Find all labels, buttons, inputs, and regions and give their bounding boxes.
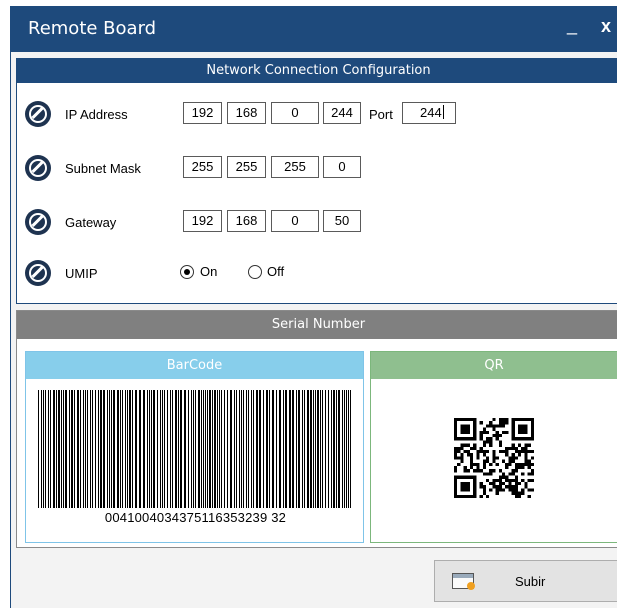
- port-input[interactable]: 244: [402, 102, 456, 124]
- network-config-header: Network Connection Configuration: [17, 59, 617, 83]
- umip-row: UMIP On Off: [17, 260, 617, 288]
- qr-panel: QR: [370, 351, 617, 543]
- remote-board-window: Remote Board _ x Network Connection Conf…: [10, 6, 617, 608]
- ip-octet-1[interactable]: 192: [183, 102, 222, 124]
- ip-octet-3[interactable]: 0: [271, 102, 319, 124]
- edit-circle-icon[interactable]: [25, 101, 51, 127]
- umip-label: UMIP: [65, 266, 98, 281]
- umip-off-label[interactable]: Off: [267, 264, 284, 279]
- close-button[interactable]: x: [601, 16, 611, 37]
- ip-address-row: IP Address 192 168 0 244 Port 244: [17, 101, 617, 129]
- window-icon: [452, 573, 475, 590]
- barcode-image: [38, 390, 351, 508]
- network-config-panel: Network Connection Configuration IP Addr…: [16, 58, 617, 304]
- umip-off-radio[interactable]: [248, 265, 262, 279]
- text-caret: [442, 105, 444, 119]
- qr-code-image: [454, 418, 534, 498]
- gateway-label: Gateway: [65, 215, 117, 230]
- edit-circle-icon[interactable]: [25, 209, 51, 235]
- barcode-value: 0041004034375116353239 32: [104, 510, 287, 525]
- upload-button[interactable]: Subir: [434, 560, 617, 602]
- umip-on-label[interactable]: On: [200, 264, 217, 279]
- gateway-row: Gateway 192 168 0 50: [17, 209, 617, 237]
- gateway-octet-2[interactable]: 168: [227, 210, 266, 232]
- subnet-mask-label: Subnet Mask: [65, 161, 141, 176]
- window-title: Remote Board: [28, 18, 157, 39]
- ip-octet-4[interactable]: 244: [323, 102, 361, 124]
- barcode-panel: BarCode 0041004034375116353239 32: [25, 351, 364, 543]
- upload-button-label: Subir: [515, 574, 546, 589]
- edit-circle-icon[interactable]: [25, 260, 51, 286]
- title-bar: Remote Board _ x: [11, 6, 617, 52]
- subnet-octet-1[interactable]: 255: [183, 156, 222, 178]
- port-label: Port: [369, 107, 393, 122]
- subnet-octet-2[interactable]: 255: [227, 156, 266, 178]
- umip-on-radio[interactable]: [180, 265, 194, 279]
- ip-address-label: IP Address: [65, 107, 128, 122]
- subnet-octet-3[interactable]: 255: [271, 156, 319, 178]
- port-value: 244: [420, 105, 442, 120]
- gateway-octet-3[interactable]: 0: [271, 210, 319, 232]
- barcode-header: BarCode: [26, 352, 363, 379]
- gateway-octet-4[interactable]: 50: [323, 210, 361, 232]
- edit-circle-icon[interactable]: [25, 155, 51, 181]
- ip-octet-2[interactable]: 168: [227, 102, 266, 124]
- subnet-octet-4[interactable]: 0: [323, 156, 361, 178]
- serial-number-panel: Serial Number BarCode 004100403437511635…: [16, 310, 617, 548]
- subnet-mask-row: Subnet Mask 255 255 255 0: [17, 155, 617, 183]
- gateway-octet-1[interactable]: 192: [183, 210, 222, 232]
- minimize-button[interactable]: _: [567, 15, 577, 36]
- serial-number-header: Serial Number: [17, 311, 617, 339]
- qr-header: QR: [371, 352, 617, 379]
